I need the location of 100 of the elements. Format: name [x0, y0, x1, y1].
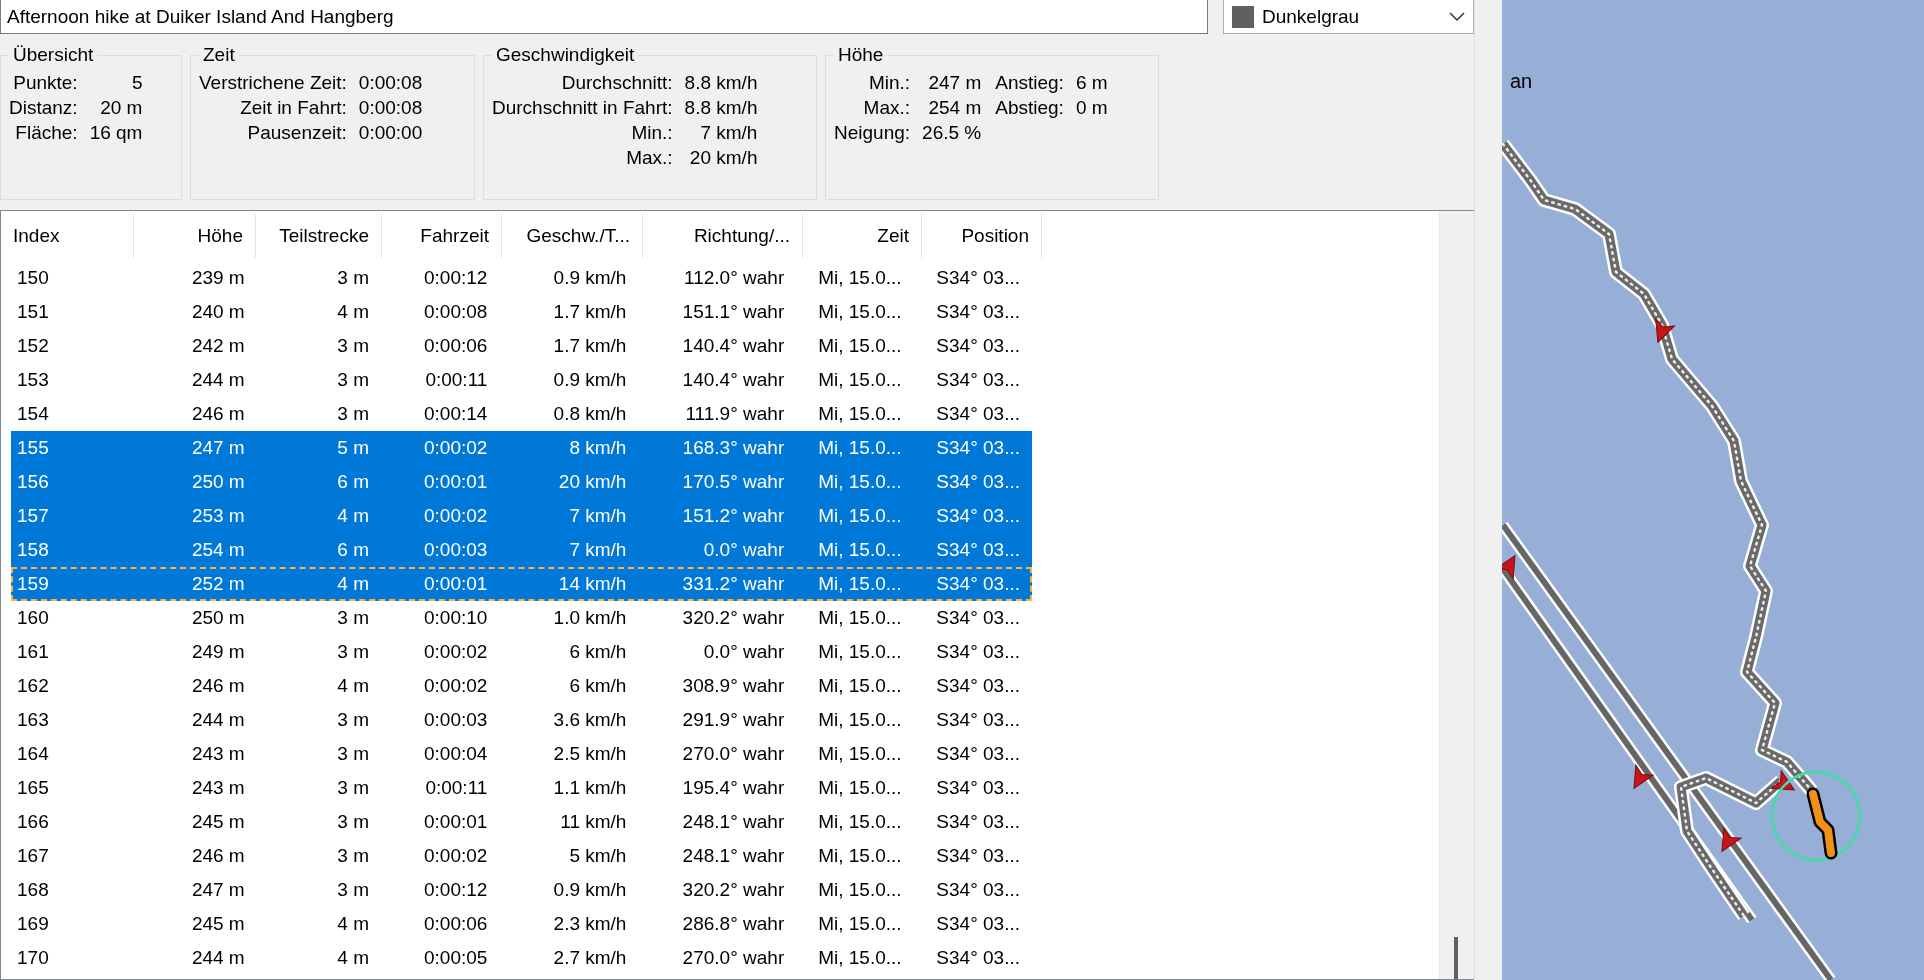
table-cell-text: 0:00:02 — [422, 505, 489, 527]
table-cell-text: 3 m — [336, 607, 370, 629]
map-view[interactable]: an — [1502, 0, 1924, 980]
table-cell-text: 150 — [16, 267, 50, 289]
table-cell-text: 291.9° wahr — [681, 709, 786, 731]
scroll-thumb[interactable] — [1454, 937, 1458, 979]
table-cell-text: 270.0° wahr — [681, 743, 786, 765]
table-cell-text: S34° 03... — [935, 505, 1021, 527]
table-cell-text: 160 — [16, 607, 50, 629]
table-cell-text: S34° 03... — [935, 879, 1021, 901]
color-dropdown[interactable]: Dunkelgrau — [1223, 0, 1474, 34]
table-cell-text: Mi, 15.0... — [817, 845, 903, 867]
table-cell-text: 2.5 km/h — [552, 743, 628, 765]
table-row[interactable]: 170 244 m 4 m 0:00:05 2.7 km/h 270.0° wahr Mi, 15.0... S34° 03... — [11, 941, 1032, 975]
column-header[interactable]: Position — [922, 214, 1042, 258]
table-cell-text: 151.2° wahr — [681, 505, 786, 527]
table-cell-text: 151 — [16, 301, 50, 323]
table-row[interactable]: 155 247 m 5 m 0:00:02 8 km/h 168.3° wahr Mi, 15.0... S34° 03... — [11, 431, 1032, 465]
table-cell-text: 0.0° wahr — [702, 539, 786, 561]
title-field[interactable]: Afternoon hike at Duiker Island And Hangberg — [0, 0, 1208, 34]
stat-value: 0:00:08 — [358, 71, 423, 95]
table-cell-text: 320.2° wahr — [681, 879, 786, 901]
table-cell-text: Mi, 15.0... — [817, 437, 903, 459]
table-cell-text: 155 — [16, 437, 50, 459]
column-header[interactable]: Richtung/... — [643, 214, 803, 258]
table-row[interactable]: 157 253 m 4 m 0:00:02 7 km/h 151.2° wahr Mi, 15.0... S34° 03... — [11, 499, 1032, 533]
table-row[interactable]: 150 239 m 3 m 0:00:12 0.9 km/h 112.0° wahr Mi, 15.0... S34° 03... — [11, 261, 1032, 295]
table-cell-text: 3 m — [336, 879, 370, 901]
stat-label: Min.: — [867, 71, 911, 95]
table-cell-text: Mi, 15.0... — [817, 505, 903, 527]
column-header[interactable]: Höhe — [134, 214, 256, 258]
table-cell-text: S34° 03... — [935, 471, 1021, 493]
column-header[interactable]: Zeit — [803, 214, 922, 258]
table-row[interactable]: 160 250 m 3 m 0:00:10 1.0 km/h 320.2° wahr Mi, 15.0... S34° 03... — [11, 601, 1032, 635]
table-row[interactable]: 154 246 m 3 m 0:00:14 0.8 km/h 111.9° wahr Mi, 15.0... S34° 03... — [11, 397, 1032, 431]
table-cell-text: 0.9 km/h — [552, 879, 628, 901]
table-row[interactable]: 153 244 m 3 m 0:00:11 0.9 km/h 140.4° wahr Mi, 15.0... S34° 03... — [11, 363, 1032, 397]
table-cell-text: Mi, 15.0... — [817, 913, 903, 935]
table-cell-text: 0:00:14 — [422, 403, 489, 425]
table-row[interactable]: 167 246 m 3 m 0:00:02 5 km/h 248.1° wahr Mi, 15.0... S34° 03... — [11, 839, 1032, 873]
table-row[interactable]: 165 243 m 3 m 0:00:11 1.1 km/h 195.4° wahr Mi, 15.0... S34° 03... — [11, 771, 1032, 805]
column-header[interactable]: Index — [1, 214, 134, 258]
table-row[interactable]: 156 250 m 6 m 0:00:01 20 km/h 170.5° wahr Mi, 15.0... S34° 03... — [11, 465, 1032, 499]
table-cell-text: 167 — [16, 845, 50, 867]
table-cell-text: 245 m — [190, 913, 246, 935]
table-cell-text: 153 — [16, 369, 50, 391]
stat-value: 8.8 km/h — [684, 71, 758, 95]
table-row[interactable]: 161 249 m 3 m 0:00:02 6 km/h 0.0° wahr Mi, 15.0... S34° 03... — [11, 635, 1032, 669]
table-cell-text: 152 — [16, 335, 50, 357]
table-cell-text: 244 m — [190, 369, 246, 391]
table-row[interactable]: 151 240 m 4 m 0:00:08 1.7 km/h 151.1° wahr Mi, 15.0... S34° 03... — [11, 295, 1032, 329]
table-cell-text: 0:00:05 — [422, 947, 489, 969]
stat-label: Distanz: — [9, 96, 78, 120]
table-cell-text: 166 — [16, 811, 50, 833]
stat-value: 20 km/h — [688, 146, 758, 170]
table-row[interactable]: 152 242 m 3 m 0:00:06 1.7 km/h 140.4° wahr Mi, 15.0... S34° 03... — [11, 329, 1032, 363]
stat-value: 20 m — [99, 96, 143, 120]
table-cell-text: 4 m — [336, 505, 370, 527]
table-cell-text: 5 m — [336, 437, 370, 459]
table-row[interactable]: 163 244 m 3 m 0:00:03 3.6 km/h 291.9° wahr Mi, 15.0... S34° 03... — [11, 703, 1032, 737]
table-row[interactable]: 159 252 m 4 m 0:00:01 14 km/h 331.2° wahr Mi, 15.0... S34° 03... — [11, 567, 1032, 601]
table-cell-text: 168 — [16, 879, 50, 901]
column-header[interactable]: Geschw./T... — [502, 214, 643, 258]
table-row[interactable]: 169 245 m 4 m 0:00:06 2.3 km/h 286.8° wahr Mi, 15.0... S34° 03... — [11, 907, 1032, 941]
table-cell-text: 0:00:01 — [422, 811, 489, 833]
table-cell-text: S34° 03... — [935, 335, 1021, 357]
table-cell-text: 3.6 km/h — [552, 709, 628, 731]
stat-label: Zeit in Fahrt: — [239, 96, 347, 120]
table-cell-text: 3 m — [336, 267, 370, 289]
stat-value: 0 m — [1075, 96, 1108, 120]
table-row[interactable]: 168 247 m 3 m 0:00:12 0.9 km/h 320.2° wahr Mi, 15.0... S34° 03... — [11, 873, 1032, 907]
column-header[interactable]: Teilstrecke — [256, 214, 382, 258]
table-cell-text: 0.9 km/h — [552, 267, 628, 289]
table-cell-text: 2.3 km/h — [552, 913, 628, 935]
table-cell-text: 159 — [16, 573, 50, 595]
table-cell-text: S34° 03... — [935, 437, 1021, 459]
table-cell-text: 14 km/h — [557, 573, 628, 595]
table-row[interactable]: 158 254 m 6 m 0:00:03 7 km/h 0.0° wahr Mi, 15.0... S34° 03... — [11, 533, 1032, 567]
stat-label: Abstieg: — [995, 96, 1064, 120]
table-cell-text: 195.4° wahr — [681, 777, 786, 799]
table-cell-text: Mi, 15.0... — [817, 641, 903, 663]
table-cell-text: Mi, 15.0... — [817, 267, 903, 289]
table-row[interactable]: 164 243 m 3 m 0:00:04 2.5 km/h 270.0° wahr Mi, 15.0... S34° 03... — [11, 737, 1032, 771]
table-cell-text: 5 km/h — [568, 845, 628, 867]
table-cell-text: 1.1 km/h — [552, 777, 628, 799]
table-cell-text: 244 m — [190, 709, 246, 731]
table-cell-text: Mi, 15.0... — [817, 539, 903, 561]
table-cell-text: 0:00:03 — [422, 539, 489, 561]
table-row[interactable]: 166 245 m 3 m 0:00:01 11 km/h 248.1° wahr Mi, 15.0... S34° 03... — [11, 805, 1032, 839]
table-row[interactable]: 162 246 m 4 m 0:00:02 6 km/h 308.9° wahr Mi, 15.0... S34° 03... — [11, 669, 1032, 703]
column-header[interactable]: Fahrzeit — [382, 214, 502, 258]
stat-value: 254 m — [927, 96, 982, 120]
table-cell-text: 286.8° wahr — [681, 913, 786, 935]
table-cell-text: Mi, 15.0... — [817, 573, 903, 595]
table-cell-text: S34° 03... — [935, 811, 1021, 833]
table-cell-text: 1.7 km/h — [552, 335, 628, 357]
stat-label: Durchschnitt: — [560, 71, 673, 95]
table-cell-text: Mi, 15.0... — [817, 403, 903, 425]
table-cell-text: 247 m — [190, 437, 246, 459]
scrollbar[interactable] — [1439, 211, 1474, 979]
